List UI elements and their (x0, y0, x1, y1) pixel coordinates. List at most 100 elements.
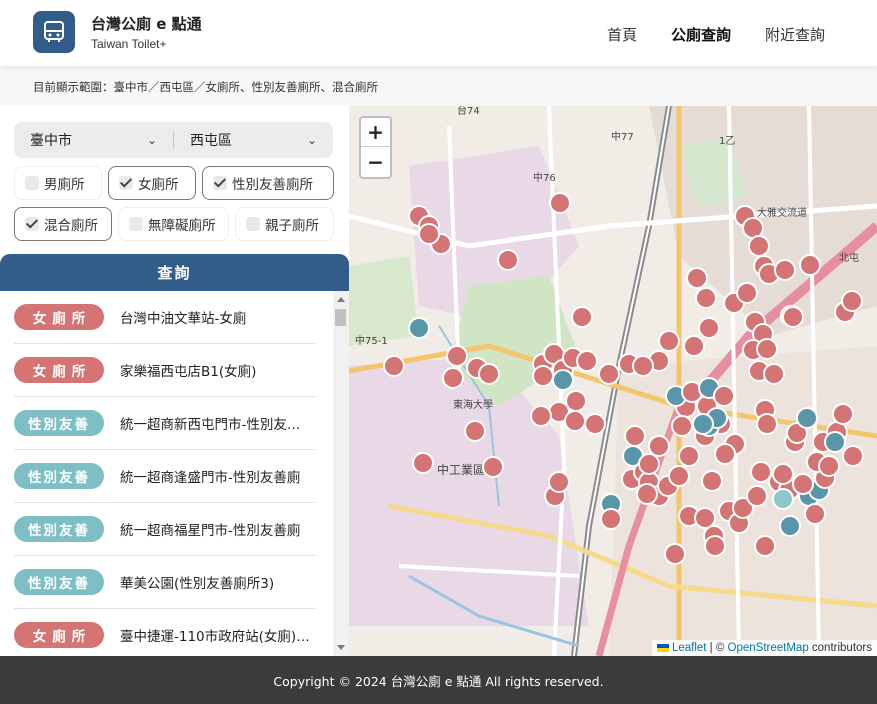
toilet-map-marker[interactable] (832, 403, 854, 425)
toilet-map-marker[interactable] (552, 369, 574, 391)
toilet-map-marker[interactable] (692, 413, 714, 435)
map-view[interactable]: 台74 中77 中76 1乙 中75-1 東海大學 中工業區 大雅交流道 北屯 … (349, 106, 877, 656)
toilet-map-marker[interactable] (408, 317, 430, 339)
scroll-thumb[interactable] (335, 309, 346, 326)
toilet-map-marker[interactable] (671, 415, 693, 437)
toilet-map-marker[interactable] (548, 471, 570, 493)
toilet-map-marker[interactable] (418, 223, 440, 245)
list-item[interactable]: 性別友善 統一超商福星門市-性別友善廁 (14, 503, 316, 556)
map-canvas[interactable]: 台74 中77 中76 1乙 中75-1 東海大學 中工業區 大雅交流道 北屯 (349, 106, 877, 656)
toilet-map-marker[interactable] (632, 355, 654, 377)
toilet-map-marker[interactable] (694, 507, 716, 529)
toilet-map-marker[interactable] (792, 473, 814, 495)
toilet-map-marker[interactable] (736, 282, 758, 304)
toilet-map-marker[interactable] (799, 254, 821, 276)
filter-male[interactable]: 男廁所 (14, 166, 102, 200)
nav-home[interactable]: 首頁 (607, 24, 637, 45)
toilet-map-marker[interactable] (658, 330, 680, 352)
filter-female[interactable]: 女廁所 (108, 166, 196, 200)
toilet-map-marker[interactable] (678, 445, 700, 467)
filter-gender-friendly[interactable]: 性別友善廁所 (202, 166, 334, 200)
toilet-map-marker[interactable] (549, 192, 571, 214)
toilet-map-marker[interactable] (383, 355, 405, 377)
filter-mixed[interactable]: 混合廁所 (14, 207, 112, 241)
toilet-map-marker[interactable] (756, 338, 778, 360)
osm-link[interactable]: OpenStreetMap (728, 642, 809, 654)
toilet-map-marker[interactable] (668, 465, 690, 487)
toilet-map-marker[interactable] (774, 259, 796, 281)
filter-family[interactable]: 親子廁所 (235, 207, 334, 241)
toilet-map-marker[interactable] (841, 290, 863, 312)
toilet-map-marker[interactable] (748, 235, 770, 257)
list-item[interactable]: 性別友善 統一超商新西屯門市-性別友善廁所 (14, 397, 316, 450)
toilet-map-marker[interactable] (532, 365, 554, 387)
toilet-map-marker[interactable] (497, 249, 519, 271)
bus-logo-icon[interactable] (33, 11, 75, 53)
list-item[interactable]: 女廁所 家樂福西屯店B1(女廁) (14, 344, 316, 397)
toilet-map-marker[interactable] (600, 508, 622, 530)
toilet-map-marker[interactable] (648, 435, 670, 457)
scroll-up-icon[interactable] (337, 297, 345, 302)
toilet-map-marker[interactable] (571, 306, 593, 328)
toilet-map-marker[interactable] (713, 385, 735, 407)
nav-search[interactable]: 公廁查詢 (671, 24, 731, 45)
list-item[interactable]: 性別友善 統一超商逢盛門市-性別友善廁 (14, 450, 316, 503)
filter-label: 無障礙廁所 (148, 218, 216, 234)
toilet-map-marker[interactable] (598, 363, 620, 385)
city-select[interactable]: 臺中市 ⌄ (14, 122, 173, 158)
toilet-map-marker[interactable] (442, 367, 464, 389)
toilet-map-marker[interactable] (742, 217, 764, 239)
nav-nearby[interactable]: 附近查詢 (765, 24, 825, 45)
toilet-map-marker[interactable] (782, 306, 804, 328)
checkbox-icon (246, 217, 260, 231)
toilet-map-marker[interactable] (564, 410, 586, 432)
toilet-map-marker[interactable] (750, 461, 772, 483)
toilet-map-marker[interactable] (686, 267, 708, 289)
toilet-map-marker[interactable] (446, 345, 468, 367)
toilet-map-marker[interactable] (636, 483, 658, 505)
scroll-down-icon[interactable] (337, 645, 345, 650)
toilet-map-marker[interactable] (530, 405, 552, 427)
filter-label: 女廁所 (138, 177, 179, 193)
toilet-map-marker[interactable] (624, 425, 646, 447)
toilet-map-marker[interactable] (698, 317, 720, 339)
toilet-map-marker[interactable] (683, 335, 705, 357)
toilet-map-marker[interactable] (695, 287, 717, 309)
toilet-map-marker[interactable] (746, 485, 768, 507)
zoom-out-button[interactable]: − (361, 147, 390, 176)
toilet-map-marker[interactable] (824, 431, 846, 453)
toilet-map-marker[interactable] (772, 463, 794, 485)
zoom-in-button[interactable]: + (361, 118, 390, 147)
attribution-sep: | © (706, 642, 728, 654)
toilet-map-marker[interactable] (701, 470, 723, 492)
toilet-map-marker[interactable] (464, 420, 486, 442)
toilet-map-marker[interactable] (412, 452, 434, 474)
toilet-map-marker[interactable] (478, 363, 500, 385)
district-select[interactable]: 西屯區 ⌄ (174, 122, 333, 158)
toilet-map-marker[interactable] (584, 413, 606, 435)
toilet-map-marker[interactable] (664, 543, 686, 565)
list-scrollbar[interactable] (333, 291, 349, 656)
toilet-map-marker[interactable] (772, 488, 794, 510)
filter-accessible[interactable]: 無障礙廁所 (118, 207, 229, 241)
leaflet-link[interactable]: Leaflet (672, 642, 707, 654)
toilet-map-marker[interactable] (704, 535, 726, 557)
toilet-map-marker[interactable] (842, 445, 864, 467)
toilet-map-marker[interactable] (482, 456, 504, 478)
toilet-map-marker[interactable] (714, 443, 736, 465)
query-button[interactable]: 查詢 (0, 254, 349, 291)
toilet-map-marker[interactable] (756, 413, 778, 435)
list-item[interactable]: 性別友善 華美公園(性別友善廁所3) (14, 556, 316, 609)
list-item[interactable]: 女廁所 臺中捷運-110市政府站(女廁)廁所 (14, 609, 316, 656)
app-title: 台灣公廁 e 點通 (91, 15, 202, 33)
toilet-map-marker[interactable] (804, 503, 826, 525)
toilet-map-marker[interactable] (763, 363, 785, 385)
toilet-map-marker[interactable] (638, 453, 660, 475)
toilet-map-marker[interactable] (796, 407, 818, 429)
toilet-map-marker[interactable] (576, 350, 598, 372)
toilet-map-marker[interactable] (818, 455, 840, 477)
list-item[interactable]: 女廁所 台灣中油文華站-女廁 (14, 291, 316, 344)
toilet-map-marker[interactable] (754, 535, 776, 557)
toilet-map-marker[interactable] (779, 515, 801, 537)
map-label: 東海大學 (453, 398, 493, 411)
